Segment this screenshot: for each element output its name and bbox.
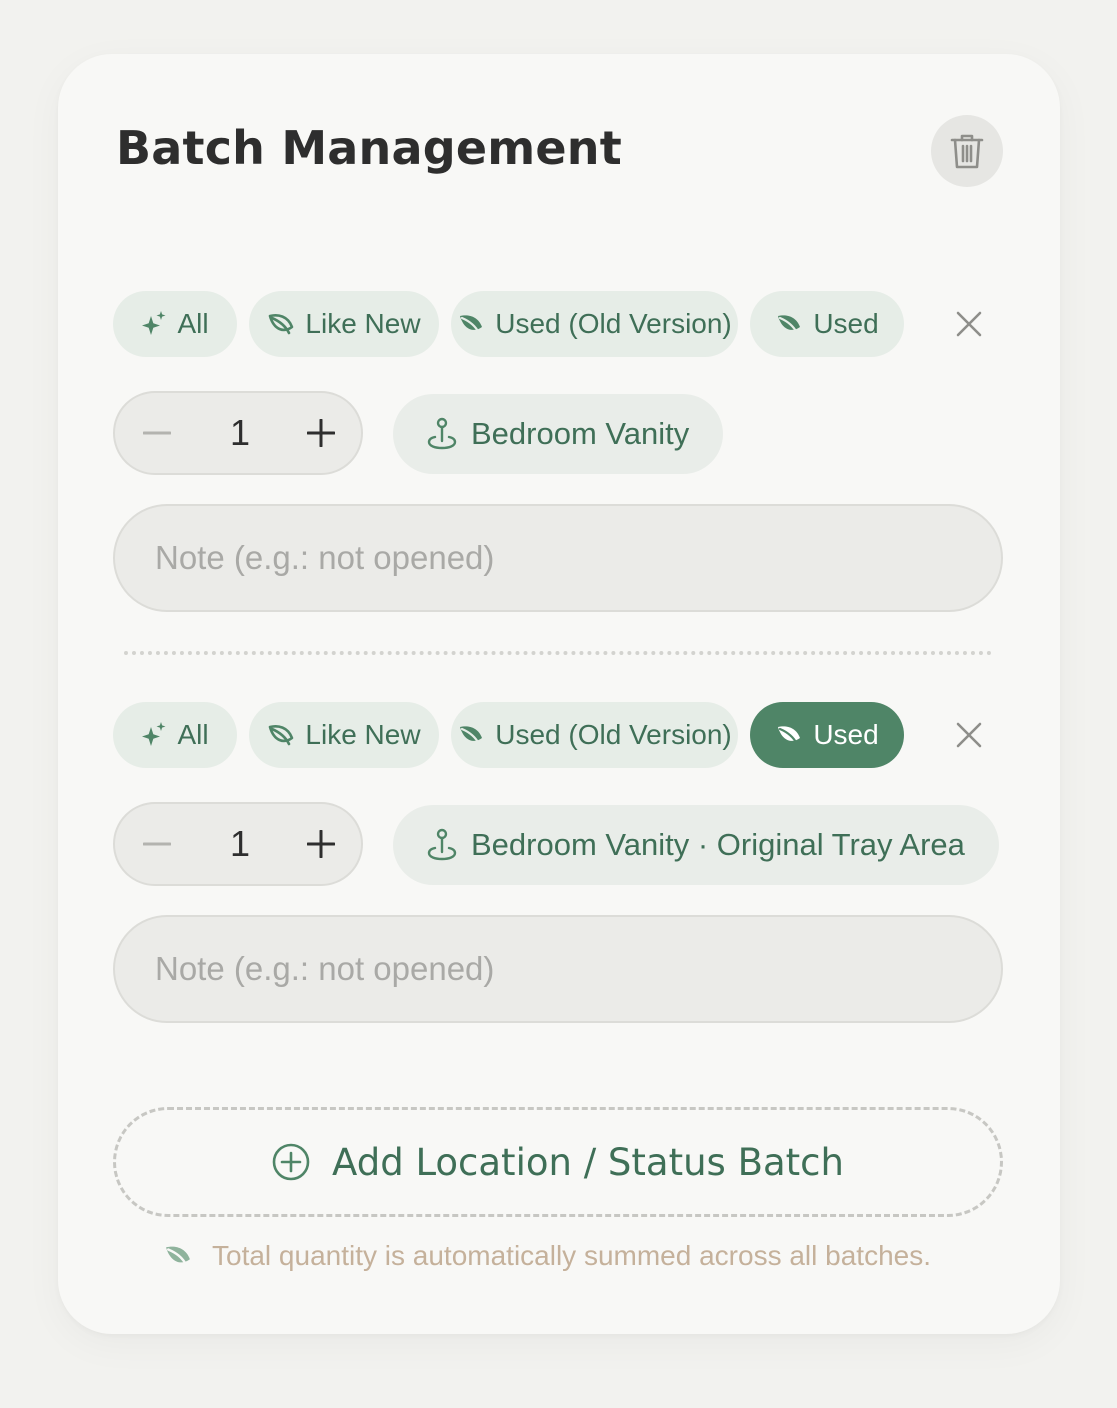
leaf-filled-icon — [778, 726, 801, 746]
leaf-filled-icon — [166, 1246, 190, 1267]
location-label: Bedroom Vanity · Original Tray Area — [471, 827, 965, 862]
sparkle-icon — [142, 722, 166, 746]
location-pin-icon — [427, 417, 457, 450]
leaf-filled-icon — [460, 726, 483, 746]
status-chip-used-old-version-label: Used (Old Version) — [495, 308, 732, 339]
leaf-outline-icon — [269, 725, 294, 746]
leaf-filled-icon — [778, 315, 801, 335]
leaf-outline-icon — [269, 314, 294, 335]
status-filter-row: All Like New Used (Old Version) Used — [113, 291, 916, 357]
status-chip-like-new[interactable]: Like New — [249, 291, 439, 357]
decrement-button[interactable] — [133, 409, 181, 457]
delete-button[interactable] — [931, 115, 1003, 187]
quantity-value[interactable]: 1 — [215, 407, 265, 459]
status-chip-all-label: All — [177, 308, 209, 339]
plus-circle-icon — [272, 1143, 310, 1181]
status-chip-used-label: Used — [813, 308, 879, 339]
status-filter-row: All Like New Used (Old Version) Used — [113, 702, 916, 768]
minus-icon — [143, 842, 171, 846]
quantity-stepper: 1 — [113, 391, 363, 475]
location-label: Bedroom Vanity — [471, 416, 690, 451]
location-selector[interactable]: Bedroom Vanity — [393, 394, 724, 474]
batch-divider — [124, 651, 992, 655]
quantity-stepper: 1 — [113, 802, 363, 886]
minus-icon — [143, 431, 171, 435]
close-icon — [956, 722, 982, 748]
status-chip-like-new-label: Like New — [305, 719, 421, 750]
note-field[interactable] — [113, 504, 1003, 612]
note-field[interactable] — [113, 915, 1003, 1023]
add-batch-button[interactable]: Add Location / Status Batch — [113, 1107, 1003, 1217]
status-chip-like-new[interactable]: Like New — [249, 702, 439, 768]
remove-batch-button[interactable] — [949, 715, 989, 755]
plus-icon — [307, 419, 335, 447]
status-chip-used-selected[interactable]: Used — [750, 702, 904, 768]
footnote-text: Total quantity is automatically summed a… — [212, 1240, 931, 1271]
status-chip-used-old-version-label: Used (Old Version) — [495, 719, 732, 750]
increment-button[interactable] — [297, 409, 345, 457]
decrement-button[interactable] — [133, 820, 181, 868]
status-chip-like-new-label: Like New — [305, 308, 421, 339]
close-icon — [956, 311, 982, 337]
status-chip-used-old-version[interactable]: Used (Old Version) — [451, 291, 738, 357]
increment-button[interactable] — [297, 820, 345, 868]
status-chip-all[interactable]: All — [113, 291, 237, 357]
sparkle-icon — [142, 311, 166, 335]
trash-icon — [950, 134, 984, 169]
status-chip-all-label: All — [177, 719, 209, 750]
remove-batch-button[interactable] — [949, 304, 989, 344]
add-batch-label: Add Location / Status Batch — [332, 1140, 844, 1184]
leaf-filled-icon — [460, 315, 483, 335]
page-title: Batch Management — [116, 121, 622, 175]
status-chip-used-label: Used — [813, 719, 879, 750]
status-chip-used-old-version[interactable]: Used (Old Version) — [451, 702, 738, 768]
footnote: Total quantity is automatically summed a… — [162, 1240, 931, 1272]
plus-icon — [307, 830, 335, 858]
location-selector[interactable]: Bedroom Vanity · Original Tray Area — [393, 805, 999, 885]
status-chip-used[interactable]: Used — [750, 291, 904, 357]
quantity-value[interactable]: 1 — [215, 818, 265, 870]
status-chip-all[interactable]: All — [113, 702, 237, 768]
location-pin-icon — [427, 828, 457, 861]
